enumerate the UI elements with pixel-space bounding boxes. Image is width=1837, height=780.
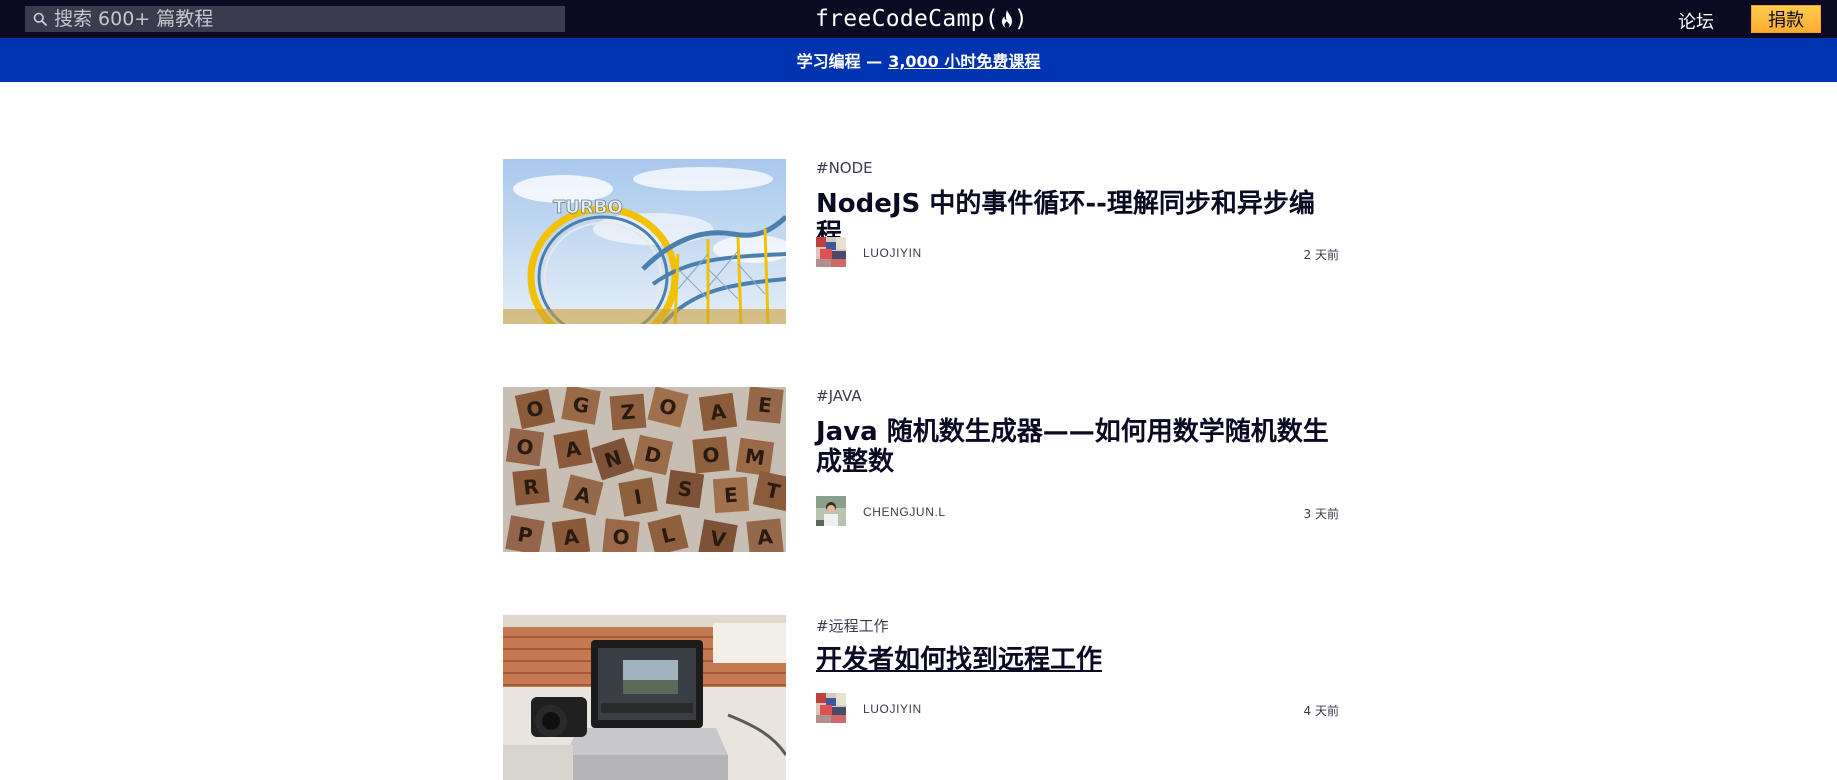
post-title[interactable]: Java 随机数生成器——如何用数学随机数生成整数 [816,417,1339,477]
post-time: 3 天前 [1303,507,1339,521]
svg-text:E: E [757,392,773,417]
search-box[interactable] [25,6,565,32]
svg-text:O: O [701,442,720,468]
donate-button[interactable]: 捐款 [1751,5,1821,33]
post-card: #远程工作 开发者如何找到远程工作 LUOJIYIN 4 天前 [503,615,1339,780]
flame-icon [1000,9,1014,29]
post-time: 2 天前 [1303,248,1339,262]
svg-text:E: E [723,483,738,508]
search-icon [33,12,47,26]
author-row: LUOJIYIN 4 天前 [816,693,1339,723]
post-image-scrabble-tiles[interactable]: O G Z O A E O A N D O M R A I S E T P A [503,387,786,552]
banner-text: 学习编程 — [796,52,883,71]
post-card: O G Z O A E O A N D O M R A I S E T P A [503,387,1339,552]
author-name[interactable]: LUOJIYIN [863,246,922,260]
post-tag[interactable]: #远程工作 [816,615,889,636]
svg-text:R: R [522,474,540,499]
top-navigation: freeCodeCamp( ) 论坛 捐款 [0,0,1837,38]
author-avatar[interactable] [816,693,846,723]
svg-text:Z: Z [620,399,637,424]
svg-text:TURBO: TURBO [553,197,623,218]
search-input[interactable] [54,8,554,30]
brand-text: freeCodeCamp( [815,6,999,32]
svg-text:O: O [611,524,630,550]
post-time: 4 天前 [1303,704,1339,718]
freecodecamp-logo[interactable]: freeCodeCamp( ) [815,3,1028,35]
svg-text:A: A [756,524,774,550]
post-card: TURBO #NODE NodeJS 中的事件循环--理解同步和异步编程 LUO… [503,159,1339,324]
post-image-roller-coaster[interactable]: TURBO [503,159,786,324]
forum-link[interactable]: 论坛 [1678,8,1714,34]
author-name[interactable]: LUOJIYIN [863,702,922,716]
author-row: LUOJIYIN 2 天前 [816,237,1339,267]
author-avatar[interactable] [816,496,846,526]
post-tag[interactable]: #JAVA [816,387,862,405]
author-avatar[interactable] [816,237,846,267]
post-title[interactable]: 开发者如何找到远程工作 [816,645,1339,675]
svg-text:M: M [743,444,766,471]
banner-link[interactable]: 3,000 小时免费课程 [888,48,1040,72]
author-name[interactable]: CHENGJUN.L [863,505,946,519]
post-tag[interactable]: #NODE [816,159,873,177]
author-row: CHENGJUN.L 3 天前 [816,496,1339,526]
promo-banner: 学习编程 — 3,000 小时免费课程 [0,38,1837,82]
post-image-laptop-camera[interactable] [503,615,786,780]
brand-text-close: ) [1013,6,1029,32]
svg-text:O: O [515,434,535,460]
